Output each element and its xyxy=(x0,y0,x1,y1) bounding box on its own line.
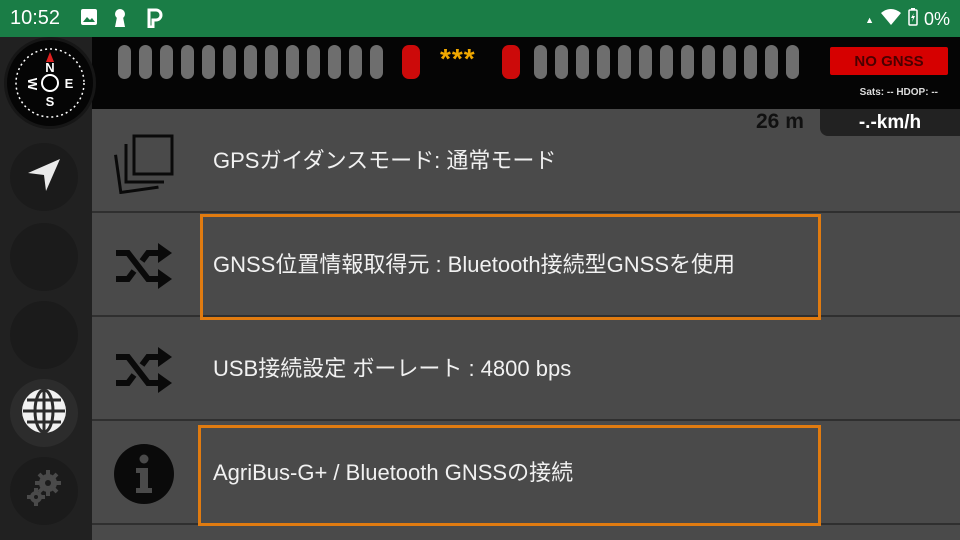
pages-icon xyxy=(112,130,176,194)
lightbar-segment xyxy=(786,45,799,79)
lightbar-segment xyxy=(139,45,152,79)
lightbar-segment xyxy=(576,45,589,79)
lightbar-segment xyxy=(765,45,778,79)
globe-button[interactable] xyxy=(10,379,78,447)
list-item-label: USB接続設定 ボーレート : 4800 bps xyxy=(213,356,572,381)
sidebar: N E S W xyxy=(0,37,96,540)
battery-percent: 0% xyxy=(923,9,950,29)
lightbar-segment xyxy=(639,45,652,79)
gears-icon xyxy=(22,467,66,516)
clock: 10:52 xyxy=(10,7,61,29)
lightbar-center-marker xyxy=(402,45,420,79)
list-item-usb-baudrate[interactable]: USB接続設定 ボーレート : 4800 bps xyxy=(92,319,960,421)
lightbar-segment xyxy=(349,45,362,79)
info-icon xyxy=(112,442,176,506)
shuffle-icon xyxy=(112,338,176,402)
lightbar-segment xyxy=(597,45,610,79)
list-item-guidance-mode[interactable]: GPSガイダンスモード: 通常モード xyxy=(92,111,960,213)
wifi-icon xyxy=(880,8,902,31)
navigation-arrow-icon xyxy=(24,155,64,200)
guidance-indicator: *** xyxy=(440,43,476,74)
globe-icon xyxy=(19,386,69,441)
lightbar-segment xyxy=(555,45,568,79)
settings-button[interactable] xyxy=(10,457,78,525)
lightbar-segment xyxy=(286,45,299,79)
lightbar-segment xyxy=(118,45,131,79)
lightbar-segment xyxy=(307,45,320,79)
lightbar-segment xyxy=(202,45,215,79)
keyhole-icon xyxy=(112,8,128,33)
sats-hdop-readout: Sats: -- HDOP: -- xyxy=(859,87,938,98)
sidebar-empty-slot-1[interactable] xyxy=(10,223,78,291)
lightbar-segment xyxy=(223,45,236,79)
lightbar-segment xyxy=(618,45,631,79)
lightbar-segment xyxy=(723,45,736,79)
highlight-box-gnss-source xyxy=(200,214,821,320)
parking-p-icon xyxy=(146,8,164,33)
navigation-button[interactable] xyxy=(10,143,78,211)
image-icon xyxy=(80,8,98,31)
gnss-status-badge[interactable]: NO GNSS xyxy=(830,47,948,75)
compass-icon[interactable]: N E S W xyxy=(4,37,96,129)
sidebar-empty-slot-2[interactable] xyxy=(10,301,78,369)
lightbar-segment xyxy=(160,45,173,79)
status-right: ▲ 0% xyxy=(865,8,950,31)
lightbar-segment xyxy=(660,45,673,79)
list-item-label: GPSガイダンスモード: 通常モード xyxy=(213,148,557,173)
svg-text:N: N xyxy=(45,60,54,75)
lightbar-segment xyxy=(702,45,715,79)
signal-up-icon: ▲ xyxy=(865,14,874,25)
status-bar: 10:52 ▲ 0% xyxy=(0,0,960,37)
highlight-box-bluetooth-gnss xyxy=(198,425,821,526)
guidance-bar: *** NO GNSS Sats: -- HDOP: -- xyxy=(0,37,960,109)
lightbar-segment xyxy=(328,45,341,79)
lightbar-center-marker xyxy=(502,45,520,79)
svg-text:E: E xyxy=(65,76,74,91)
lightbar-segment xyxy=(244,45,257,79)
svg-text:S: S xyxy=(46,94,55,109)
lightbar-segment xyxy=(681,45,694,79)
lightbar-segment xyxy=(265,45,278,79)
lightbar-segment xyxy=(534,45,547,79)
shuffle-icon xyxy=(112,234,176,298)
svg-text:W: W xyxy=(25,78,40,91)
lightbar-segment xyxy=(370,45,383,79)
lightbar-segment xyxy=(744,45,757,79)
lightbar-segment xyxy=(181,45,194,79)
battery-icon xyxy=(908,8,918,31)
